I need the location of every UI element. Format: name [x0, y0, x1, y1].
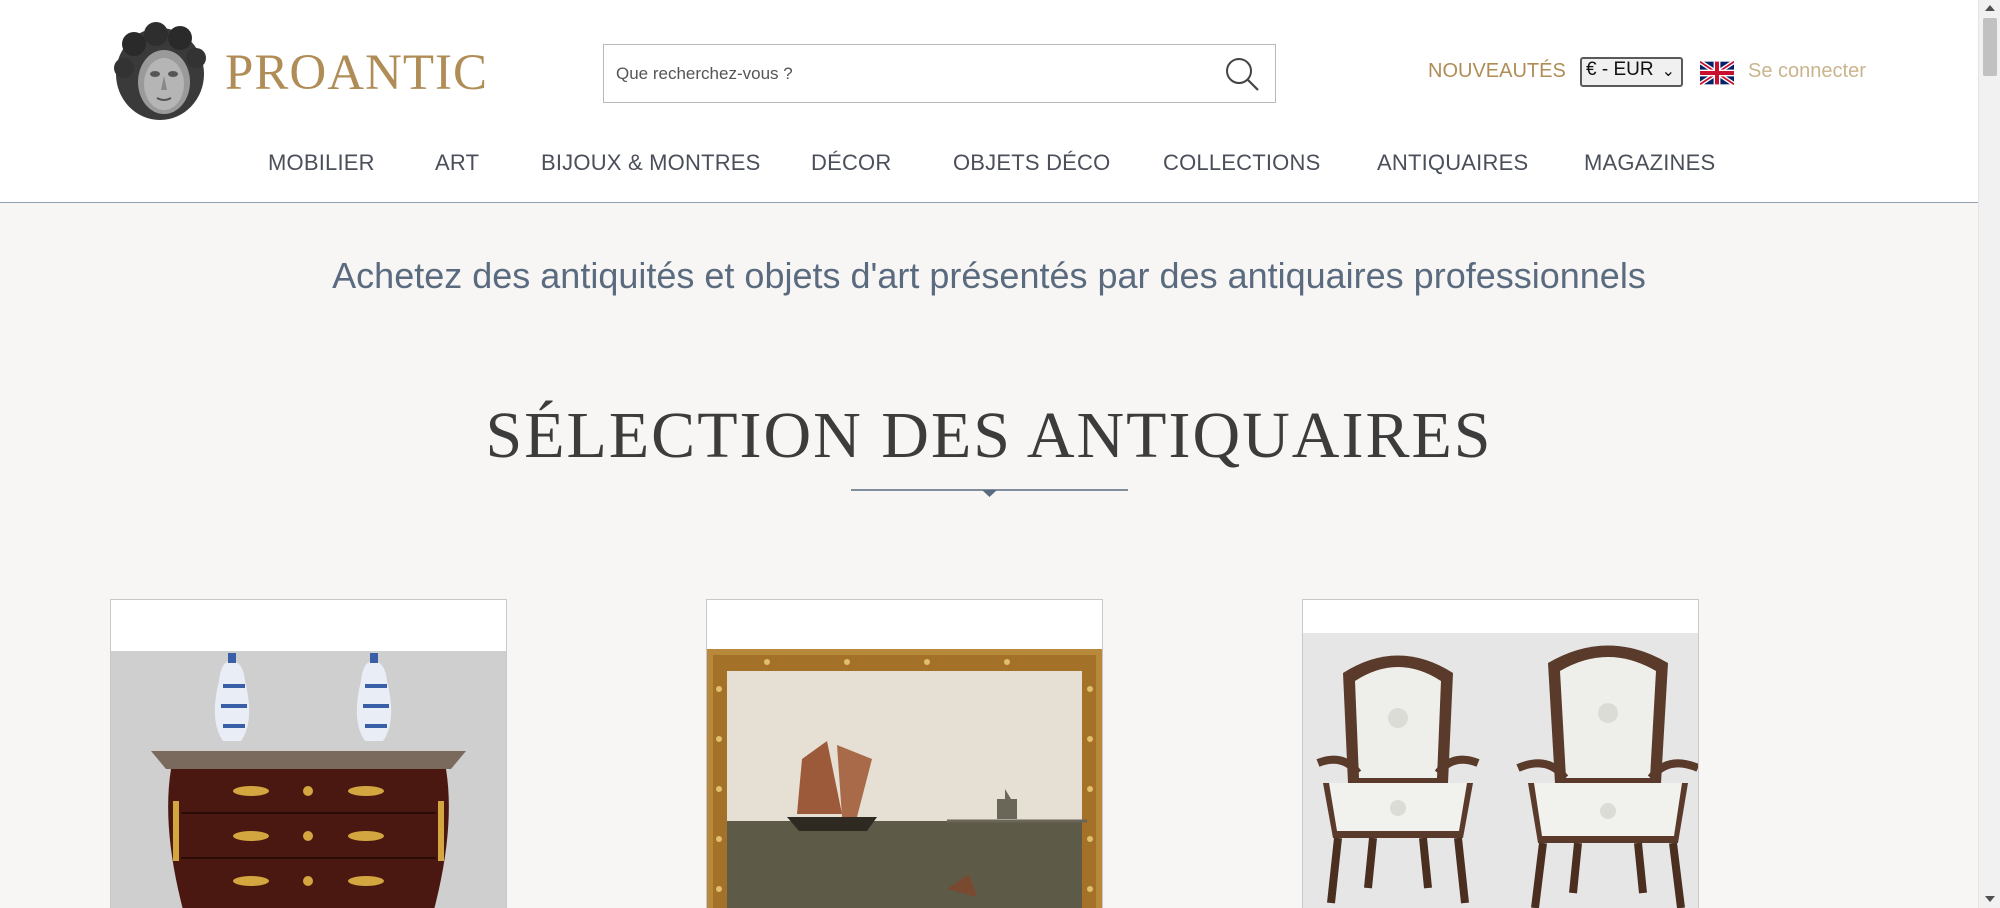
search-icon[interactable] [1223, 55, 1261, 93]
search-input[interactable] [616, 45, 1196, 102]
nouveautes-link[interactable]: NOUVEAUTÉS [1428, 60, 1566, 83]
product-card[interactable] [706, 599, 1103, 908]
nav-item-art[interactable]: ART [435, 150, 479, 176]
scroll-up-icon[interactable] [1985, 5, 1995, 11]
nav-item-magazines[interactable]: MAGAZINES [1584, 150, 1715, 176]
signin-link[interactable]: Se connecter [1748, 60, 1866, 83]
uk-flag-icon[interactable] [1700, 61, 1734, 85]
product-card[interactable] [1302, 599, 1699, 908]
section-title: SÉLECTION DES ANTIQUAIRES [485, 399, 1493, 472]
logo-sculpture-icon[interactable] [112, 22, 208, 122]
title-divider [851, 489, 1128, 497]
nav-item-bijoux-montres[interactable]: BIJOUX & MONTRES [541, 150, 761, 176]
nav-item-objets-deco[interactable]: OBJETS DÉCO [953, 150, 1110, 176]
nav-item-collections[interactable]: COLLECTIONS [1163, 150, 1320, 176]
pair-of-louis-xv-armchairs-image[interactable] [1303, 633, 1698, 908]
currency-select[interactable]: € - EUR ⌄ [1580, 57, 1683, 87]
commode-with-delft-vases-image[interactable] [111, 651, 506, 908]
nav-item-decor[interactable]: DÉCOR [811, 150, 891, 176]
site-header: PROANTIC NOUVEAUTÉS € - EUR ⌄ Se connect… [0, 0, 1978, 203]
logo-text[interactable]: PROANTIC [225, 44, 488, 102]
page-tagline: Achetez des antiquités et objets d'art p… [332, 255, 1646, 296]
main-nav: MOBILIER ART BIJOUX & MONTRES DÉCOR OBJE… [0, 150, 1978, 180]
scroll-down-icon[interactable] [1985, 896, 1995, 902]
search-box [603, 44, 1276, 103]
page-scrollbar[interactable] [1978, 0, 2000, 908]
product-card[interactable] [110, 599, 507, 908]
nav-item-mobilier[interactable]: MOBILIER [268, 150, 375, 176]
scrollbar-thumb[interactable] [1983, 18, 1997, 76]
framed-marine-painting-image[interactable] [707, 649, 1102, 908]
chevron-down-icon: ⌄ [1661, 63, 1675, 80]
currency-selected-value: € - EUR [1586, 59, 1654, 80]
nav-item-antiquaires[interactable]: ANTIQUAIRES [1377, 150, 1528, 176]
